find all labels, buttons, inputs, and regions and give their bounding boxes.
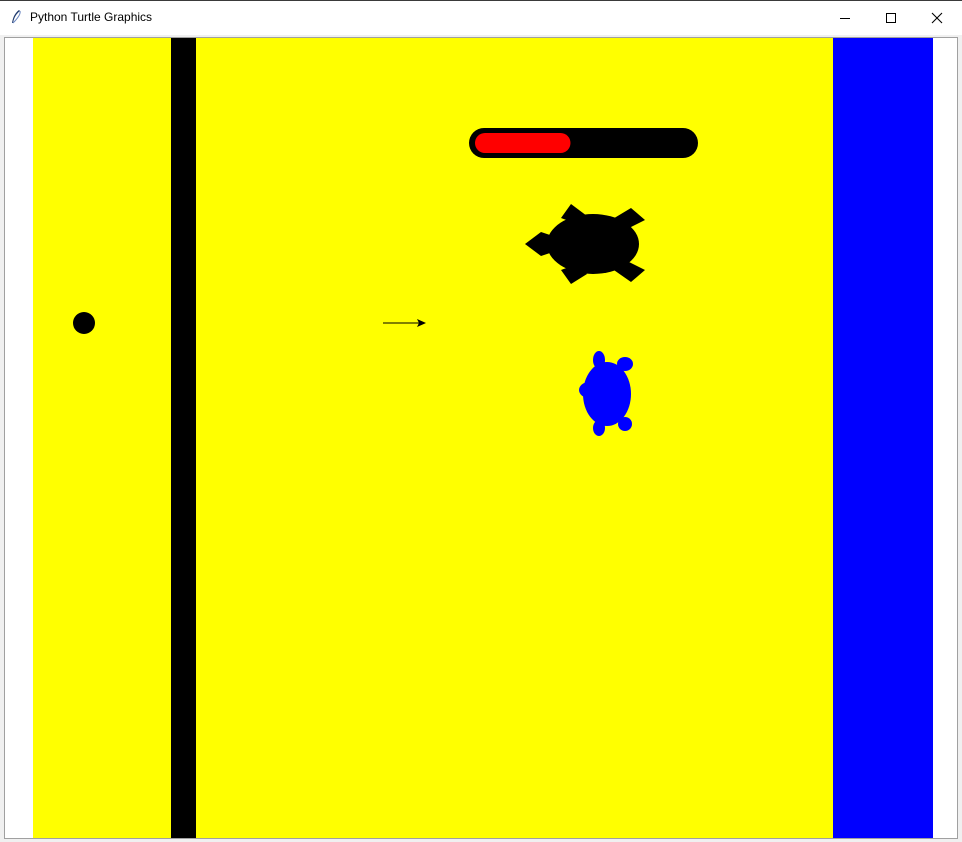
minimize-icon <box>840 18 850 19</box>
maximize-icon <box>886 13 896 23</box>
turtle-graphics-window: Python Turtle Graphics <box>0 0 962 842</box>
title-bar[interactable]: Python Turtle Graphics <box>0 1 962 35</box>
maximize-button[interactable] <box>868 1 914 35</box>
health-bar <box>469 128 698 158</box>
game-scene <box>33 38 933 838</box>
feather-icon <box>9 9 23 25</box>
turtle-canvas[interactable] <box>4 37 958 839</box>
close-icon <box>931 12 943 24</box>
right-border-wall <box>833 38 933 838</box>
vertical-wall <box>171 38 196 838</box>
close-button[interactable] <box>914 1 960 35</box>
minimize-button[interactable] <box>822 1 868 35</box>
playfield <box>33 38 833 838</box>
ball <box>73 312 95 334</box>
window-title: Python Turtle Graphics <box>30 10 153 24</box>
health-bar-fill <box>475 133 571 153</box>
